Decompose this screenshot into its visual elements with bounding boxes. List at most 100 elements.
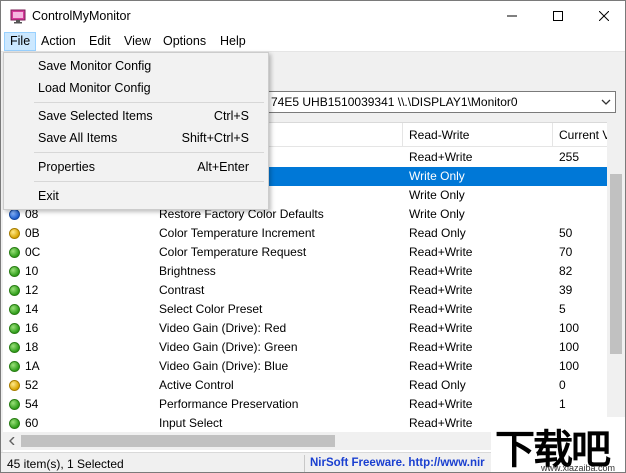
status-green-icon <box>9 247 20 258</box>
status-green-icon <box>9 418 20 429</box>
vertical-scroll-thumb[interactable] <box>610 174 622 354</box>
vcp-name-cell: Input Select <box>159 416 223 430</box>
access-cell: Write Only <box>409 169 465 183</box>
status-green-icon <box>9 304 20 315</box>
vcp-code-cell: 0C <box>25 245 41 259</box>
status-yellow-icon <box>9 228 20 239</box>
status-green-icon <box>9 285 20 296</box>
current-value-cell: 5 <box>559 302 566 316</box>
table-row[interactable]: 52 Active Control Read Only 0 <box>3 376 608 395</box>
status-green-icon <box>9 399 20 410</box>
vcp-name-cell: Video Gain (Drive): Blue <box>159 359 289 373</box>
menu-save-all-items[interactable]: Save All Items Shift+Ctrl+S <box>5 127 267 149</box>
vcp-code-cell: 52 <box>25 378 39 392</box>
watermark-logo: 下载吧 www.xiazaiba.com <box>491 417 625 473</box>
current-value-cell: 50 <box>559 226 573 240</box>
current-value-cell: 39 <box>559 283 573 297</box>
vcp-name-cell: Active Control <box>159 378 234 392</box>
menu-item-label: Exit <box>38 189 59 203</box>
status-yellow-icon <box>9 380 20 391</box>
table-row[interactable]: 16 Video Gain (Drive): Red Read+Write 100 <box>3 319 608 338</box>
access-cell: Read+Write <box>409 321 473 335</box>
monitor-app-icon <box>10 9 26 24</box>
menu-item-shortcut: Shift+Ctrl+S <box>181 131 249 145</box>
status-divider <box>304 455 305 472</box>
status-green-icon <box>9 266 20 277</box>
vertical-scrollbar[interactable] <box>607 122 625 432</box>
current-value-cell: 100 <box>559 340 580 354</box>
column-header-access[interactable]: Read-Write <box>403 123 553 147</box>
chevron-down-icon <box>601 99 611 105</box>
close-icon <box>599 11 609 21</box>
menu-separator <box>34 181 264 182</box>
menu-separator <box>34 152 264 153</box>
status-blue-icon <box>9 209 20 220</box>
current-value-cell: 100 <box>559 321 580 335</box>
table-row[interactable]: 12 Contrast Read+Write 39 <box>3 281 608 300</box>
menu-edit[interactable]: Edit <box>84 32 116 51</box>
vcp-code-cell: 14 <box>25 302 39 316</box>
vcp-code-cell: 60 <box>25 416 39 430</box>
menu-exit[interactable]: Exit <box>5 185 267 207</box>
vcp-name-cell: Video Gain (Drive): Red <box>159 321 287 335</box>
access-cell: Read+Write <box>409 340 473 354</box>
menu-separator <box>34 102 264 103</box>
window-title: ControlMyMonitor <box>32 9 131 23</box>
vcp-code-cell: 1A <box>25 359 40 373</box>
menu-item-label: Properties <box>38 160 95 174</box>
status-green-icon <box>9 342 20 353</box>
access-cell: Read+Write <box>409 359 473 373</box>
file-menu-dropdown: Save Monitor Config Load Monitor Config … <box>3 52 269 210</box>
scroll-left-button[interactable] <box>4 433 20 449</box>
status-green-icon <box>9 323 20 334</box>
horizontal-scroll-thumb[interactable] <box>21 435 335 447</box>
access-cell: Read+Write <box>409 245 473 259</box>
vcp-name-cell: Video Gain (Drive): Green <box>159 340 298 354</box>
vcp-code-cell: 10 <box>25 264 39 278</box>
access-cell: Read+Write <box>409 302 473 316</box>
title-bar: ControlMyMonitor <box>1 1 625 31</box>
minimize-button[interactable] <box>489 1 535 31</box>
vcp-name-cell: Contrast <box>159 283 205 297</box>
vcp-name-cell: Performance Preservation <box>159 397 299 411</box>
current-value-cell: 255 <box>559 150 580 164</box>
table-row[interactable]: 0B Color Temperature Increment Read Only 50 <box>3 224 608 243</box>
menu-item-shortcut: Alt+Enter <box>197 160 249 174</box>
current-value-cell: 100 <box>559 359 580 373</box>
menu-file[interactable]: File <box>4 32 37 51</box>
table-row[interactable]: 54 Performance Preservation Read+Write 1 <box>3 395 608 414</box>
app-window: ControlMyMonitor File Action Edit View O… <box>0 0 626 473</box>
table-row[interactable]: 10 Brightness Read+Write 82 <box>3 262 608 281</box>
access-cell: Read+Write <box>409 283 473 297</box>
menu-view[interactable]: View <box>119 32 156 51</box>
nirsoft-link[interactable]: NirSoft Freeware. http://www.nir <box>310 457 485 469</box>
menu-properties[interactable]: Properties Alt+Enter <box>5 156 267 178</box>
vcp-name-cell: Brightness <box>159 264 216 278</box>
maximize-icon <box>553 11 563 21</box>
access-cell: Read Only <box>409 378 466 392</box>
menu-item-label: Load Monitor Config <box>38 81 151 95</box>
menu-action[interactable]: Action <box>36 32 81 51</box>
monitor-select[interactable]: 74E5 UHB1510039341 \\.\DISPLAY1\Monitor0 <box>263 91 616 113</box>
menu-save-selected-items[interactable]: Save Selected Items Ctrl+S <box>5 105 267 127</box>
watermark-url: www.xiazaiba.com <box>541 463 616 473</box>
menu-help[interactable]: Help <box>215 32 251 51</box>
access-cell: Write Only <box>409 188 465 202</box>
table-row[interactable]: 0C Color Temperature Request Read+Write 70 <box>3 243 608 262</box>
vcp-code-cell: 54 <box>25 397 39 411</box>
close-button[interactable] <box>581 1 625 31</box>
current-value-cell: 70 <box>559 245 573 259</box>
vcp-code-cell: 16 <box>25 321 39 335</box>
access-cell: Read+Write <box>409 264 473 278</box>
status-green-icon <box>9 361 20 372</box>
vcp-code-cell: 18 <box>25 340 39 354</box>
menu-load-monitor-config[interactable]: Load Monitor Config <box>5 77 267 99</box>
menu-save-monitor-config[interactable]: Save Monitor Config <box>5 55 267 77</box>
table-row[interactable]: 1A Video Gain (Drive): Blue Read+Write 100 <box>3 357 608 376</box>
access-cell: Read Only <box>409 226 466 240</box>
menu-options[interactable]: Options <box>158 32 211 51</box>
table-row[interactable]: 18 Video Gain (Drive): Green Read+Write 100 <box>3 338 608 357</box>
current-value-cell: 1 <box>559 397 566 411</box>
maximize-button[interactable] <box>535 1 581 31</box>
table-row[interactable]: 14 Select Color Preset Read+Write 5 <box>3 300 608 319</box>
